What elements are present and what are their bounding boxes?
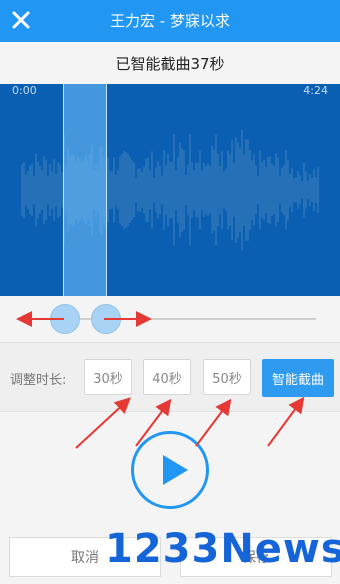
clip-selection[interactable]	[63, 84, 107, 296]
play-button[interactable]	[131, 431, 209, 509]
clip-status-text: 已智能截曲37秒	[0, 42, 340, 84]
duration-50s-button[interactable]: 50秒	[203, 359, 251, 395]
duration-30s-button[interactable]: 30秒	[84, 359, 132, 395]
end-time: 4:24	[303, 84, 328, 97]
smart-clip-button[interactable]: 智能截曲	[262, 359, 334, 397]
waveform-panel[interactable]: 0:00 4:24	[0, 84, 340, 296]
duration-adjust-row: 调整时长: 30秒 40秒 50秒 智能截曲	[0, 342, 340, 412]
range-slider[interactable]	[0, 296, 340, 342]
play-icon	[163, 455, 188, 485]
save-button[interactable]: 保存	[180, 537, 332, 577]
start-time: 0:00	[12, 84, 37, 97]
song-title: 王力宏 - 梦寐以求	[110, 12, 230, 30]
end-handle[interactable]	[91, 304, 121, 334]
duration-40s-button[interactable]: 40秒	[143, 359, 191, 395]
waveform-graphic	[21, 129, 319, 251]
top-bar: 王力宏 - 梦寐以求	[0, 0, 340, 42]
duration-label: 调整时长:	[10, 373, 67, 388]
start-handle[interactable]	[50, 304, 80, 334]
cancel-button[interactable]: 取消	[9, 537, 161, 577]
